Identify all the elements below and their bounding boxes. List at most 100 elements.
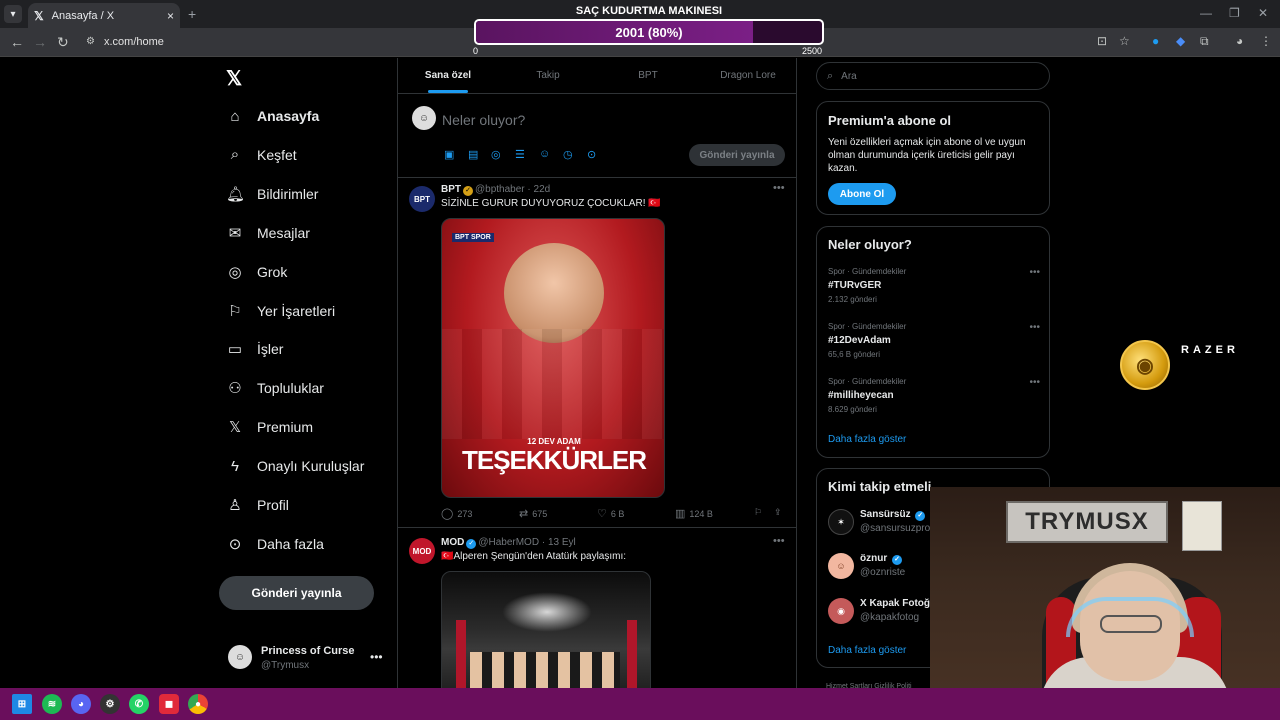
razer-coin-icon: ◉ bbox=[1120, 340, 1170, 390]
heart-icon: ♡ bbox=[597, 508, 607, 520]
maximize-icon[interactable]: ❐ bbox=[1229, 6, 1240, 20]
trend-item[interactable]: Spor · Gündemdekiler #milliheyecan 8.629… bbox=[828, 377, 1040, 414]
trend-more-icon[interactable]: ••• bbox=[1029, 377, 1040, 388]
who-show-more[interactable]: Daha fazla göster bbox=[828, 645, 906, 656]
subscribe-button[interactable]: Abone Ol bbox=[828, 183, 896, 205]
views-button[interactable]: ▥ 124 B bbox=[675, 507, 713, 520]
sidebar-item-grok[interactable]: ◎ Grok bbox=[226, 260, 287, 284]
more-circle-icon: ⊙ bbox=[228, 535, 242, 553]
post-author-name[interactable]: MOD bbox=[441, 537, 464, 548]
bookmark-star-icon[interactable]: ☆ bbox=[1119, 34, 1130, 48]
gif-icon[interactable]: ▤ bbox=[468, 148, 478, 161]
extensions-puzzle-icon[interactable]: ⧉ bbox=[1200, 34, 1209, 49]
tab-takip[interactable]: Takip bbox=[498, 58, 598, 93]
verified-blue-icon: ✓ bbox=[892, 555, 902, 565]
trend-count: 2.132 gönderi bbox=[828, 295, 877, 304]
windows-start-icon[interactable]: ⊞ bbox=[12, 694, 32, 714]
share-icon[interactable]: ⇪ bbox=[774, 507, 782, 518]
tab-close-icon[interactable]: × bbox=[167, 9, 174, 23]
sidebar-item-anasayfa[interactable]: ⌂ Anasayfa bbox=[226, 104, 319, 128]
grok-compose-icon[interactable]: ◎ bbox=[491, 148, 501, 161]
site-info-icon[interactable]: ⚙ bbox=[86, 36, 95, 47]
search-input[interactable]: ⌕ Ara bbox=[816, 62, 1050, 90]
profile-avatar-icon[interactable]: ◕ bbox=[1236, 34, 1243, 48]
whatsapp-icon[interactable]: ✆ bbox=[129, 694, 149, 714]
sidebar-item-yer-i̇şaretleri[interactable]: ⚐ Yer İşaretleri bbox=[226, 299, 335, 323]
tab-sana-ozel[interactable]: Sana özel bbox=[398, 58, 498, 93]
briefcase-icon: ▭ bbox=[227, 341, 243, 359]
post-image[interactable]: BPT SPOR 12 DEV ADAM TEŞEKKÜRLER bbox=[441, 218, 665, 498]
schedule-icon[interactable]: ◷ bbox=[563, 148, 573, 161]
verified-blue-icon: ✓ bbox=[915, 511, 926, 521]
feed-tabs: Sana özel Takip BPT Dragon Lore bbox=[398, 58, 796, 94]
emoji-icon[interactable]: ☺ bbox=[539, 148, 550, 160]
sidebar-item-onaylı-kuruluşlar[interactable]: ϟ Onaylı Kuruluşlar bbox=[226, 454, 364, 478]
close-window-icon[interactable]: ✕ bbox=[1258, 6, 1268, 20]
post-author-name[interactable]: BPT bbox=[441, 184, 461, 195]
post[interactable]: BPT BPT ✓ @bpthaber · 22d ••• SİZİNLE GURU… bbox=[398, 178, 796, 528]
trend-item[interactable]: Spor · Gündemdekiler #12DevAdam 65,6 B g… bbox=[828, 322, 1040, 359]
trend-more-icon[interactable]: ••• bbox=[1029, 267, 1040, 278]
steam-icon[interactable]: ⚙ bbox=[100, 694, 120, 714]
forward-icon[interactable]: → bbox=[33, 34, 47, 50]
install-app-icon[interactable]: ⊡ bbox=[1097, 34, 1107, 48]
view-count: 124 B bbox=[689, 508, 713, 519]
sidebar-item-profil[interactable]: ♙ Profil bbox=[226, 493, 289, 517]
chrome-icon[interactable]: ● bbox=[188, 694, 208, 714]
trend-more-icon[interactable]: ••• bbox=[1029, 322, 1040, 333]
app-icon[interactable]: ◼ bbox=[159, 694, 179, 714]
repost-button[interactable]: ⇄ 675 bbox=[519, 507, 547, 520]
trends-show-more[interactable]: Daha fazla göster bbox=[828, 434, 906, 445]
sidebar-item-topluluklar[interactable]: ⚇ Topluluklar bbox=[226, 376, 324, 400]
new-tab-button[interactable]: + bbox=[188, 6, 196, 22]
sidebar-item-bildirimler[interactable]: 🔔︎ Bildirimler bbox=[226, 182, 318, 206]
sidebar-item-keşfet[interactable]: ⌕ Keşfet bbox=[226, 143, 297, 167]
media-icon[interactable]: ▣ bbox=[444, 148, 454, 161]
discord-icon[interactable]: ◕ bbox=[71, 694, 91, 714]
tab-dragon-lore[interactable]: Dragon Lore bbox=[698, 58, 796, 93]
spotify-icon[interactable]: ≋ bbox=[42, 694, 62, 714]
verified-gold-icon: ✓ bbox=[463, 186, 473, 196]
composer: ☺ Neler oluyor? ▣ ▤ ◎ ☰ ☺ ◷ ⊙ Gönderi ya… bbox=[398, 94, 796, 178]
composer-post-button[interactable]: Gönderi yayınla bbox=[689, 144, 785, 166]
back-icon[interactable]: ← bbox=[10, 34, 24, 50]
sidebar-item-daha-fazla[interactable]: ⊙ Daha fazla bbox=[226, 532, 324, 556]
trend-category: Spor · Gündemdekiler bbox=[828, 322, 907, 331]
post-button[interactable]: Gönderi yayınla bbox=[219, 576, 374, 610]
extension-shield-icon[interactable]: ◆ bbox=[1176, 34, 1185, 48]
browser-menu-icon[interactable]: ⋮ bbox=[1260, 34, 1272, 48]
post-avatar[interactable]: BPT bbox=[409, 186, 435, 212]
post-more-icon[interactable]: ••• bbox=[773, 535, 785, 547]
suggestion-handle: @kapakfotog bbox=[860, 612, 920, 623]
reload-icon[interactable]: ↻ bbox=[57, 34, 69, 51]
sidebar-item-i̇şler[interactable]: ▭ İşler bbox=[226, 337, 284, 361]
sidebar-item-premium[interactable]: 𝕏 Premium bbox=[226, 415, 313, 439]
sidebar-item-label: Yer İşaretleri bbox=[257, 302, 336, 319]
account-switcher[interactable]: ☺ bbox=[228, 645, 252, 669]
main-feed: Sana özel Takip BPT Dragon Lore ☺ Neler … bbox=[397, 58, 797, 688]
composer-input[interactable]: Neler oluyor? bbox=[442, 112, 525, 128]
search-icon: ⌕ bbox=[230, 146, 240, 164]
location-icon[interactable]: ⊙ bbox=[587, 148, 596, 161]
trend-item[interactable]: Spor · Gündemdekiler #TURvGER 2.132 gönd… bbox=[828, 267, 1040, 304]
post-image[interactable] bbox=[441, 571, 651, 688]
sidebar-item-mesajlar[interactable]: ✉ Mesajlar bbox=[226, 221, 310, 245]
post[interactable]: MOD MOD ✓ @HaberMOD · 13 Eyl ••• 🇹🇷Alperen… bbox=[398, 528, 796, 688]
reply-button[interactable]: ◯ 273 bbox=[441, 507, 472, 520]
post-bookmark-icon[interactable]: ⚐ bbox=[754, 507, 762, 518]
extension-icon[interactable]: ● bbox=[1152, 34, 1159, 48]
minimize-icon[interactable]: — bbox=[1200, 6, 1212, 20]
account-more-icon[interactable]: ••• bbox=[370, 650, 383, 664]
sidebar-item-label: Bildirimler bbox=[257, 185, 319, 202]
who-to-follow-title: Kimi takip etmeli bbox=[828, 479, 932, 494]
browser-tab[interactable]: 𝕏 Anasayfa / X × bbox=[28, 3, 180, 28]
post-avatar[interactable]: MOD bbox=[409, 538, 435, 564]
post-header: BPT ✓ @bpthaber · 22d bbox=[441, 184, 550, 196]
tab-title: Anasayfa / X bbox=[51, 9, 115, 22]
tab-bpt[interactable]: BPT bbox=[598, 58, 698, 93]
x-logo-icon[interactable]: 𝕏 bbox=[226, 66, 242, 91]
poll-icon[interactable]: ☰ bbox=[515, 148, 525, 161]
tab-search-button[interactable]: ▾ bbox=[4, 5, 22, 23]
post-more-icon[interactable]: ••• bbox=[773, 182, 785, 194]
like-button[interactable]: ♡ 6 B bbox=[597, 507, 624, 520]
